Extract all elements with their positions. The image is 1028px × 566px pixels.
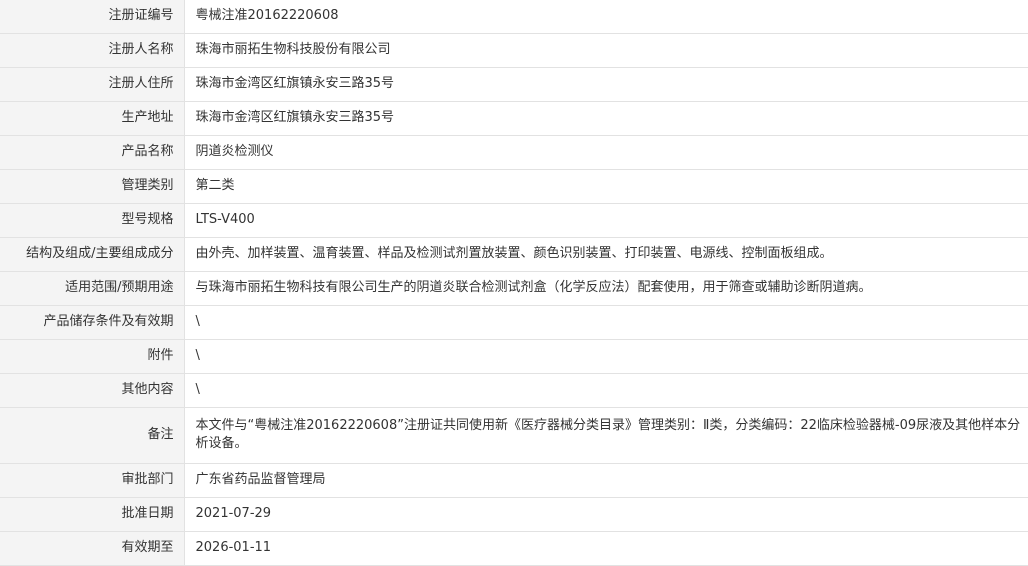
field-value: LTS-V400 xyxy=(184,203,1028,238)
field-label: 附件 xyxy=(0,339,185,374)
field-label: 注册人名称 xyxy=(0,33,185,68)
table-row: 产品储存条件及有效期 \ xyxy=(0,305,1028,340)
field-value: \ xyxy=(184,305,1028,340)
field-value: \ xyxy=(184,373,1028,408)
field-label: 生产地址 xyxy=(0,101,185,136)
field-label: 注册证编号 xyxy=(0,0,185,34)
table-row: 生产地址 珠海市金湾区红旗镇永安三路35号 xyxy=(0,101,1028,136)
table-row: 附件 \ xyxy=(0,339,1028,374)
table-row: 备注 本文件与“粤械注准20162220608”注册证共同使用新《医疗器械分类目… xyxy=(0,407,1028,464)
field-label: 注册人住所 xyxy=(0,67,185,102)
field-value: 与珠海市丽拓生物科技有限公司生产的阴道炎联合检测试剂盒（化学反应法）配套使用，用… xyxy=(184,271,1028,306)
registration-detail-table: 注册证编号 粤械注准20162220608 注册人名称 珠海市丽拓生物科技股份有… xyxy=(0,0,1028,566)
field-label: 型号规格 xyxy=(0,203,185,238)
field-value: 2021-07-29 xyxy=(184,497,1028,532)
field-value: 广东省药品监督管理局 xyxy=(184,463,1028,498)
field-label: 产品储存条件及有效期 xyxy=(0,305,185,340)
field-value: \ xyxy=(184,339,1028,374)
field-label: 结构及组成/主要组成成分 xyxy=(0,237,185,272)
table-row: 注册人名称 珠海市丽拓生物科技股份有限公司 xyxy=(0,33,1028,68)
field-value: 第二类 xyxy=(184,169,1028,204)
field-value: 粤械注准20162220608 xyxy=(184,0,1028,34)
table-row: 其他内容 \ xyxy=(0,373,1028,408)
table-row: 管理类别 第二类 xyxy=(0,169,1028,204)
field-label: 备注 xyxy=(0,407,185,464)
table-row: 型号规格 LTS-V400 xyxy=(0,203,1028,238)
field-value: 由外壳、加样装置、温育装置、样品及检测试剂置放装置、颜色识别装置、打印装置、电源… xyxy=(184,237,1028,272)
table-row: 适用范围/预期用途 与珠海市丽拓生物科技有限公司生产的阴道炎联合检测试剂盒（化学… xyxy=(0,271,1028,306)
field-value: 珠海市金湾区红旗镇永安三路35号 xyxy=(184,67,1028,102)
table-row: 注册人住所 珠海市金湾区红旗镇永安三路35号 xyxy=(0,67,1028,102)
field-label: 其他内容 xyxy=(0,373,185,408)
field-value: 珠海市丽拓生物科技股份有限公司 xyxy=(184,33,1028,68)
table-row: 审批部门 广东省药品监督管理局 xyxy=(0,463,1028,498)
field-label: 批准日期 xyxy=(0,497,185,532)
field-label: 管理类别 xyxy=(0,169,185,204)
field-value: 珠海市金湾区红旗镇永安三路35号 xyxy=(184,101,1028,136)
table-row: 结构及组成/主要组成成分 由外壳、加样装置、温育装置、样品及检测试剂置放装置、颜… xyxy=(0,237,1028,272)
table-row: 产品名称 阴道炎检测仪 xyxy=(0,135,1028,170)
table-row: 批准日期 2021-07-29 xyxy=(0,497,1028,532)
field-label: 适用范围/预期用途 xyxy=(0,271,185,306)
field-value: 本文件与“粤械注准20162220608”注册证共同使用新《医疗器械分类目录》管… xyxy=(184,407,1028,464)
table-row: 注册证编号 粤械注准20162220608 xyxy=(0,0,1028,34)
field-label: 产品名称 xyxy=(0,135,185,170)
field-label: 审批部门 xyxy=(0,463,185,498)
field-value: 阴道炎检测仪 xyxy=(184,135,1028,170)
